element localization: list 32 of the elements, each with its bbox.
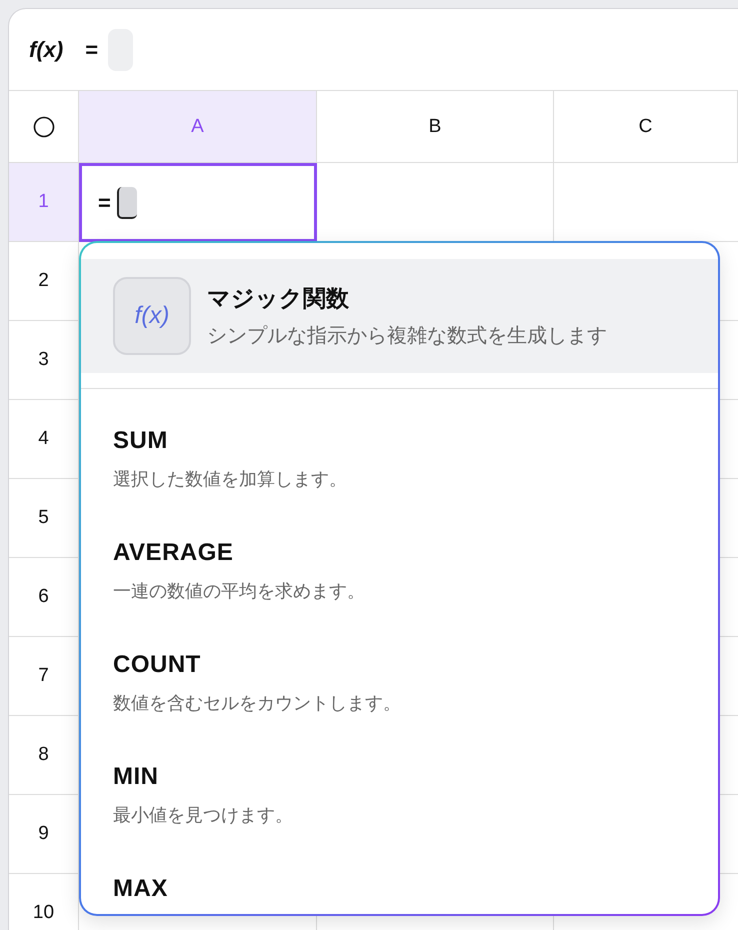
row-header[interactable]: 4 (9, 400, 79, 479)
row-header[interactable]: 6 (9, 558, 79, 637)
row-header[interactable]: 7 (9, 637, 79, 716)
function-description: 最小値を見つけます。 (113, 804, 293, 827)
column-header[interactable]: C (554, 91, 738, 163)
row-header[interactable]: 10 (9, 874, 79, 930)
function-name[interactable]: SUM (113, 427, 168, 455)
text-cursor-icon (116, 186, 137, 218)
cell-formula: = (98, 190, 111, 216)
function-name[interactable]: COUNT (113, 651, 201, 679)
magic-function-item[interactable]: f(x) マジック関数 シンプルな指示から複雑な数式を生成します (81, 259, 718, 373)
function-description: 一連の数値の平均を求めます。 (113, 580, 365, 603)
item-description: シンプルな指示から複雑な数式を生成します (207, 324, 607, 349)
row-header[interactable]: 2 (9, 242, 79, 321)
select-all-circle-icon[interactable] (32, 116, 54, 138)
row-header[interactable]: 9 (9, 795, 79, 874)
row-header[interactable]: 1 (9, 163, 79, 242)
row-header[interactable]: 8 (9, 716, 79, 795)
row-header[interactable]: 5 (9, 479, 79, 558)
function-name[interactable]: AVERAGE (113, 539, 234, 567)
column-header[interactable]: A (79, 91, 317, 163)
function-name[interactable]: MAX (113, 875, 168, 903)
column-header[interactable]: B (317, 91, 554, 163)
item-title: マジック関数 (207, 284, 350, 313)
active-cell[interactable]: = (79, 163, 317, 242)
function-name[interactable]: MIN (113, 763, 158, 791)
function-description: 数値を含むセルをカウントします。 (113, 692, 401, 715)
function-icon: f(x) (113, 277, 191, 355)
function-description: 選択した数値を加算します。 (113, 468, 347, 491)
row-header[interactable]: 3 (9, 321, 79, 400)
formula-value: = (85, 36, 98, 62)
formula-label: f(x) (29, 36, 64, 62)
